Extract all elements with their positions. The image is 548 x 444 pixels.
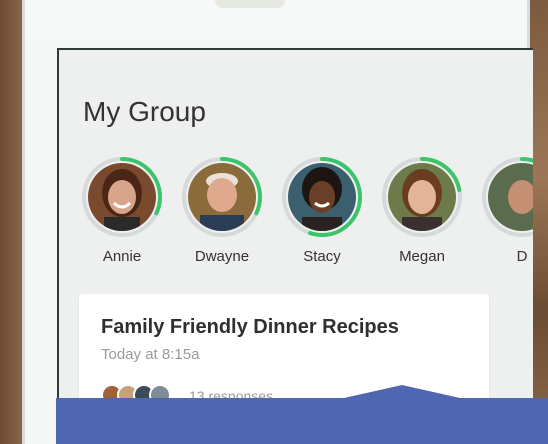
post-title: Family Friendly Dinner Recipes	[101, 316, 399, 338]
avatar	[188, 163, 256, 231]
member-annie[interactable]: Annie	[79, 156, 165, 266]
status-bar	[25, 0, 527, 40]
group-screen: My Group Annie Dwayne Stacy Megan D Fami…	[57, 48, 533, 444]
member-stacy[interactable]: Stacy	[279, 156, 365, 266]
members-carousel[interactable]: Annie Dwayne Stacy Megan D	[79, 156, 533, 266]
member-name: D	[516, 248, 528, 265]
member-megan[interactable]: Megan	[379, 156, 465, 266]
avatar	[288, 163, 356, 231]
phone-frame: My Group Annie Dwayne Stacy Megan D Fami…	[22, 0, 533, 444]
speaker-notch	[215, 0, 285, 8]
page-title: My Group	[83, 96, 206, 127]
member-name: Dwayne	[194, 248, 250, 265]
member-name: Annie	[102, 248, 142, 265]
member-name: Stacy	[303, 248, 341, 265]
avatar	[88, 163, 156, 231]
post-timestamp: Today at 8:15a	[101, 346, 200, 363]
avatar	[388, 163, 456, 231]
responses-count: 13 responses	[189, 388, 274, 404]
responder-avatar	[149, 384, 171, 406]
member-dwayne[interactable]: Dwayne	[179, 156, 265, 266]
member-d[interactable]: D	[479, 156, 533, 266]
member-name: Megan	[399, 248, 445, 265]
post-card[interactable]: Family Friendly Dinner Recipes Today at …	[79, 294, 489, 442]
